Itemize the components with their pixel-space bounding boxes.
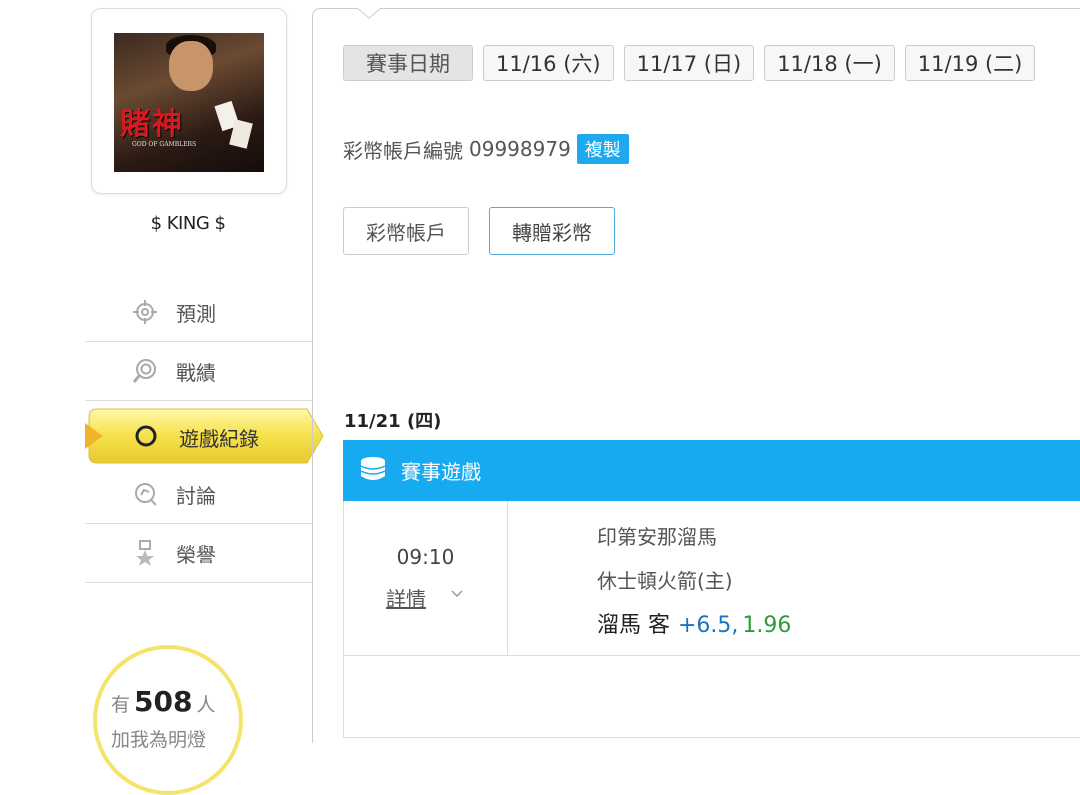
bet-odds: 1.96 [742,613,792,638]
sidebar-item-discuss[interactable]: 討論 [85,465,313,524]
chevron-down-icon[interactable] [450,587,464,603]
target-icon [130,297,160,327]
avatar[interactable]: 賭神 GOD OF GAMBLERS [114,33,264,172]
game-section-header: 賽事遊戲 [343,440,1080,501]
date-filter-label: 賽事日期 [343,45,473,81]
game-table: 09:10 詳情 印第安那溜馬 休士頓火箭(主) 溜馬 客 +6.5, 1.96 [343,501,1080,738]
main-panel: 賽事日期 11/16 (六) 11/17 (日) 11/18 (一) 11/19… [312,8,1080,743]
account-number-line: 彩幣帳戶編號 09998979 複製 [343,134,629,164]
date-button[interactable]: 11/16 (六) [483,45,614,81]
sidebar-item-record[interactable]: 戰績 [85,342,313,401]
medal-icon [130,538,160,568]
account-label: 彩幣帳戶編號 [343,138,463,163]
account-number: 09998979 [469,137,571,161]
game-section-title: 賽事遊戲 [401,460,481,484]
game-time: 09:10 [396,545,455,569]
sidebar: 賭神 GOD OF GAMBLERS $ KING $ 預測 戰績 討論 榮譽 … [85,0,324,795]
bet-handicap: +6.5, [678,613,739,638]
coin-account-button[interactable]: 彩幣帳戶 [343,207,469,255]
date-filter: 賽事日期 11/16 (六) 11/17 (日) 11/18 (一) 11/19… [343,45,1036,81]
fans-unit: 人 [196,694,216,716]
fans-prefix: 有 [111,694,131,716]
chat-icon [130,479,160,509]
sidebar-item-label: 榮譽 [176,542,216,567]
date-button[interactable]: 11/19 (二) [904,45,1036,81]
detail-link[interactable]: 詳情 [386,583,426,612]
poster-title: 賭神 [120,107,184,142]
date-button[interactable]: 11/18 (一) [764,45,895,81]
bet-pick: 溜馬 客 [597,613,670,638]
panel-notch [357,8,381,19]
sidebar-item-label: 遊戲紀錄 [179,427,259,451]
fans-badge[interactable]: 有 508 人 加我為明燈 [93,645,243,795]
username: $ KING $ [150,213,226,234]
bet-line: 溜馬 客 +6.5, 1.96 [597,607,791,639]
table-row-match: 印第安那溜馬 休士頓火箭(主) 溜馬 客 +6.5, 1.96 [508,501,1080,656]
table-row-time: 09:10 詳情 [344,501,508,656]
sidebar-item-label: 預測 [176,301,216,326]
avatar-card[interactable]: 賭神 GOD OF GAMBLERS [91,8,287,194]
coin-stack-icon [359,456,387,486]
sidebar-item-game-history[interactable]: 遊戲紀錄 [85,405,327,467]
poster-subtitle: GOD OF GAMBLERS [132,141,197,148]
section-date: 11/21 (四) [344,411,442,432]
account-tabs: 彩幣帳戶 轉贈彩幣 [343,207,615,255]
record-icon [130,356,160,386]
team-home: 休士頓火箭(主) [597,569,733,593]
sidebar-item-label: 討論 [176,483,216,508]
fans-count-line: 有 508 人 [111,685,215,718]
sidebar-item-predict[interactable]: 預測 [85,283,313,342]
fans-caption: 加我為明燈 [111,729,207,751]
sidebar-item-label: 戰績 [176,360,216,385]
fans-count: 508 [134,685,193,718]
date-button[interactable]: 11/17 (日) [623,45,755,81]
team-away: 印第安那溜馬 [597,525,717,549]
avatar-face-shape [169,41,213,91]
transfer-coin-button[interactable]: 轉贈彩幣 [489,207,615,255]
sidebar-item-honor[interactable]: 榮譽 [85,524,313,583]
copy-button[interactable]: 複製 [576,134,629,164]
